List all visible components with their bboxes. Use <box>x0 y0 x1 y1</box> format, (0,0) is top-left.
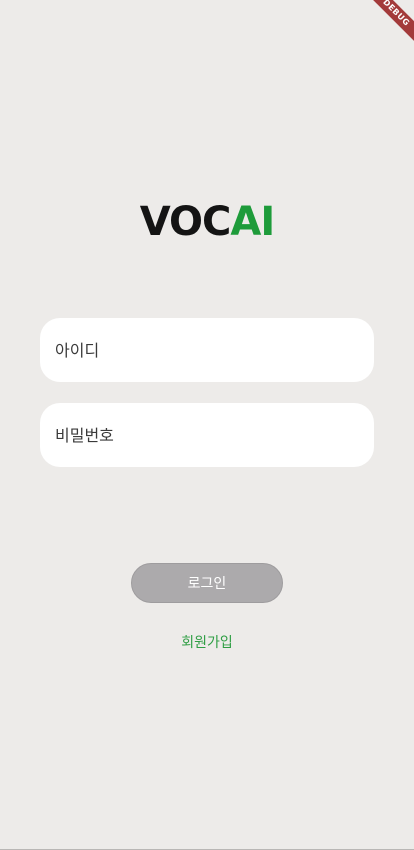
logo-text-ai: AI <box>230 199 275 245</box>
app-logo: VOCAI <box>0 198 414 246</box>
password-input[interactable] <box>53 424 361 446</box>
login-button[interactable]: 로그인 <box>131 563 283 603</box>
logo-text-voc: VOC <box>139 199 232 245</box>
password-field-container <box>40 403 374 467</box>
debug-banner: DEBUG <box>354 0 414 60</box>
signup-link[interactable]: 회원가입 <box>0 632 414 652</box>
id-field-container <box>40 318 374 382</box>
debug-banner-label: DEBUG <box>362 0 414 47</box>
id-input[interactable] <box>53 339 361 361</box>
